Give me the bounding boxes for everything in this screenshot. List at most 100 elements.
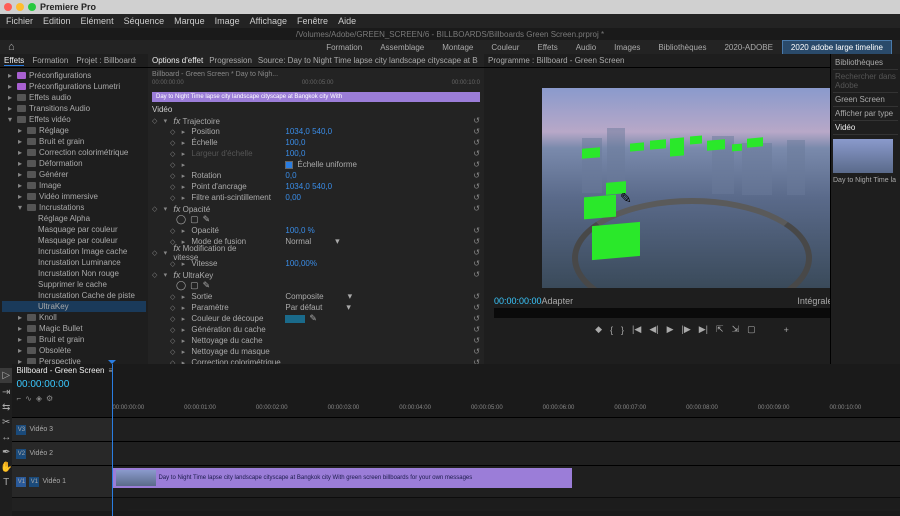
menu-fenetre[interactable]: Fenêtre	[297, 16, 328, 26]
track-toggle-v1[interactable]: V1	[29, 477, 39, 487]
play-icon[interactable]: ▶	[667, 324, 674, 335]
tree-item[interactable]: ▸Préconfigurations	[2, 70, 146, 81]
tree-item[interactable]: ▾Effets vidéo	[2, 114, 146, 125]
menu-affichage[interactable]: Affichage	[250, 16, 287, 26]
property-row[interactable]: ◇▸Génération du cache↺	[152, 324, 480, 335]
program-monitor[interactable]: ✎	[542, 88, 842, 288]
workspace-audio[interactable]: Audio	[567, 40, 605, 55]
pen-mask-icon[interactable]: ✎	[203, 214, 211, 225]
razor-tool-icon[interactable]: ✂	[2, 417, 10, 428]
minimize-window-icon[interactable]	[16, 3, 24, 11]
tree-item[interactable]: UltraKey	[2, 301, 146, 312]
tab-projet[interactable]: Projet : Billboards Green Screen	[76, 56, 136, 65]
ellipse-mask-icon[interactable]: ◯	[176, 280, 186, 291]
tab-formation[interactable]: Formation	[32, 56, 68, 65]
property-row[interactable]: ◇▸Échelle100,0↺	[152, 137, 480, 148]
workspace-effets[interactable]: Effets	[528, 40, 566, 55]
property-row[interactable]: ◇▸Point d'ancrage1034,0 540,0↺	[152, 181, 480, 192]
close-window-icon[interactable]	[4, 3, 12, 11]
tree-item[interactable]: Réglage Alpha	[2, 213, 146, 224]
rect-mask-icon[interactable]: ▢	[190, 280, 199, 291]
effect-section[interactable]: ◇▾fx Modification de vitesse↺	[152, 247, 480, 258]
property-row[interactable]: ◇▸Filtre anti-scintillement0,00↺	[152, 192, 480, 203]
tree-item[interactable]: ▸Générer	[2, 169, 146, 180]
lift-icon[interactable]: ⇱	[716, 324, 724, 335]
menu-image[interactable]: Image	[215, 16, 240, 26]
effect-section[interactable]: ◇▾fx Opacité↺	[152, 203, 480, 214]
tree-item[interactable]: ▸Image	[2, 180, 146, 191]
property-row[interactable]: ◇▸Vitesse100,00%↺	[152, 258, 480, 269]
timeline-ruler[interactable]: 00:00:00:0000:00:01:0000:00:02:0000:00:0…	[12, 405, 900, 417]
property-row[interactable]: ◇▸Correction colorimétrique↺	[152, 357, 480, 364]
tree-item[interactable]: ▸Déformation	[2, 158, 146, 169]
property-row[interactable]: ◇▸Opacité100,0 %↺	[152, 225, 480, 236]
track-source-v1[interactable]: V1	[16, 477, 26, 487]
effects-tree[interactable]: ▸Préconfigurations▸Préconfigurations Lum…	[0, 68, 148, 364]
property-row[interactable]: ◇▸Couleur de découpe ✎↺	[152, 313, 480, 324]
type-tool-icon[interactable]: T	[3, 477, 9, 488]
tree-item[interactable]: ▸Réglage	[2, 125, 146, 136]
tree-item[interactable]: ▸Perspective	[2, 356, 146, 364]
workspace-couleur[interactable]: Couleur	[482, 40, 528, 55]
track-select-tool-icon[interactable]: ⇥	[2, 387, 10, 398]
libraries-search[interactable]: Rechercher dans Adobe	[833, 70, 898, 93]
mark-out-icon[interactable]: }	[621, 325, 624, 335]
tree-item[interactable]: ▸Correction colorimétrique	[2, 147, 146, 158]
effect-section[interactable]: ◇▾fx UltraKey↺	[152, 269, 480, 280]
link-icon[interactable]: ∿	[25, 394, 32, 403]
tree-item[interactable]: Masquage par couleur	[2, 235, 146, 246]
export-frame-icon[interactable]: ▢	[747, 324, 756, 335]
tree-item[interactable]: ▸Magic Bullet	[2, 323, 146, 334]
tree-item[interactable]: Supprimer le cache	[2, 279, 146, 290]
property-row[interactable]: ◇▸ Échelle uniforme↺	[152, 159, 480, 170]
tree-item[interactable]: ▸Vidéo immersive	[2, 191, 146, 202]
tree-item[interactable]: ▸Transitions Audio	[2, 103, 146, 114]
effect-section[interactable]: ◇▾fx Trajectoire↺	[152, 115, 480, 126]
pen-mask-icon[interactable]: ✎	[203, 280, 211, 291]
workspace-active[interactable]: 2020 adobe large timeline	[782, 40, 892, 55]
property-row[interactable]: ◇▸Largeur d'échelle100,0↺	[152, 148, 480, 159]
extract-icon[interactable]: ⇲	[732, 324, 740, 335]
slip-tool-icon[interactable]: ↔	[1, 432, 11, 443]
tree-item[interactable]: Incrustation Non rouge	[2, 268, 146, 279]
tree-item[interactable]: Masquage par couleur	[2, 224, 146, 235]
workspace-images[interactable]: Images	[605, 40, 649, 55]
program-tc-in[interactable]: 00:00:00:00	[494, 296, 542, 306]
workspace-2020adobe[interactable]: 2020-ADOBE	[715, 40, 781, 55]
settings-plus-icon[interactable]: +	[784, 325, 789, 335]
timeline-clip[interactable]: Day to Night Time lapse city landscape c…	[112, 468, 572, 488]
menu-element[interactable]: Elément	[81, 16, 114, 26]
tree-item[interactable]: ▾Incrustations	[2, 202, 146, 213]
program-fit-dropdown[interactable]: Adapter	[542, 296, 574, 306]
property-row[interactable]: ◇▸Rotation0,0↺	[152, 170, 480, 181]
property-row[interactable]: ◇▸Position1034,0 540,0↺	[152, 126, 480, 137]
tree-item[interactable]: Incrustation Cache de piste	[2, 290, 146, 301]
hand-tool-icon[interactable]: ✋	[0, 462, 12, 473]
menu-sequence[interactable]: Séquence	[124, 16, 165, 26]
tree-item[interactable]: ▸Knoll	[2, 312, 146, 323]
tab-source[interactable]: Source: Day to Night Time lapse city lan…	[258, 56, 478, 65]
ellipse-mask-icon[interactable]: ◯	[176, 214, 186, 225]
eyedropper-icon[interactable]: ✎	[309, 313, 317, 324]
property-row[interactable]: ◇▸ParamètrePar défaut▾↺	[152, 302, 480, 313]
tree-item[interactable]: ▸Préconfigurations Lumetri	[2, 81, 146, 92]
go-in-icon[interactable]: |◀	[632, 324, 641, 335]
selection-tool-icon[interactable]: ▷	[0, 368, 12, 383]
libraries-filter[interactable]: Afficher par type	[833, 107, 898, 121]
workspace-montage[interactable]: Montage	[433, 40, 482, 55]
libraries-title[interactable]: Bibliothèques	[833, 56, 898, 70]
mark-in-icon[interactable]: {	[610, 325, 613, 335]
timeline-tc[interactable]: 00:00:00:00	[16, 379, 69, 390]
ripple-tool-icon[interactable]: ⇆	[2, 402, 10, 413]
step-fwd-icon[interactable]: |▶	[682, 324, 691, 335]
menu-edition[interactable]: Edition	[43, 16, 71, 26]
tree-item[interactable]: ▸Obsolète	[2, 345, 146, 356]
tree-item[interactable]: ▸Bruit et grain	[2, 334, 146, 345]
workspace-assemblage[interactable]: Assemblage	[371, 40, 433, 55]
sequence-name[interactable]: Billboard - Green Screen	[16, 366, 104, 375]
property-row[interactable]: ◇▸SortieComposite▾↺	[152, 291, 480, 302]
rect-mask-icon[interactable]: ▢	[190, 214, 199, 225]
step-back-icon[interactable]: ◀|	[649, 324, 658, 335]
tab-effets[interactable]: Effets	[4, 56, 24, 66]
tree-item[interactable]: Incrustation Luminance	[2, 257, 146, 268]
